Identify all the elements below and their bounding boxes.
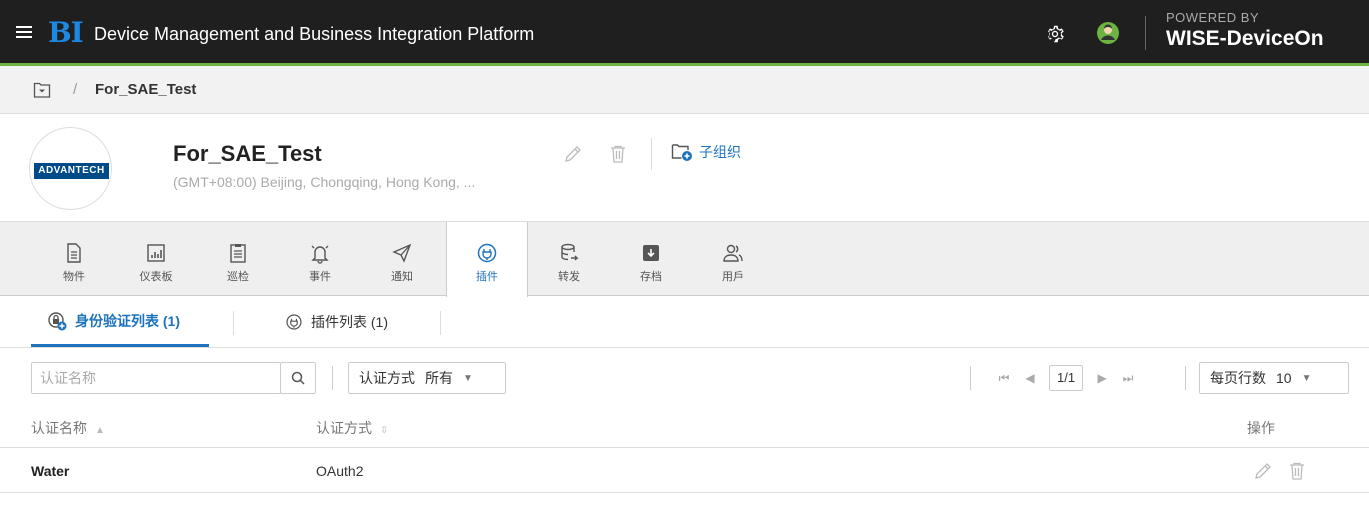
top-bar: BI Device Management and Business Integr… <box>0 0 1369 66</box>
dashboard-icon <box>147 244 165 262</box>
table-row[interactable]: Water OAuth2 <box>0 449 1369 493</box>
plug-icon <box>477 243 497 263</box>
search-box <box>31 362 281 394</box>
tab-label: 仪表板 <box>139 271 173 283</box>
org-header: ADVANTECH For_SAE_Test (GMT+08:00) Beiji… <box>0 114 1369 222</box>
tab-label: 用戶 <box>722 271 744 283</box>
chevron-down-icon: ▼ <box>463 372 473 384</box>
breadcrumb-separator: / <box>73 81 78 98</box>
tab-label: 插件 <box>476 271 498 283</box>
delete-trash-icon[interactable] <box>608 144 628 164</box>
plugin-list-label: 插件列表 (1) <box>311 314 388 330</box>
column-header-label: 认证名称 <box>31 420 87 436</box>
checklist-icon <box>230 244 246 263</box>
search-button[interactable] <box>280 362 316 394</box>
archive-icon <box>643 245 659 261</box>
users-icon <box>723 244 743 262</box>
column-header-label: 认证方式 <box>316 420 372 436</box>
org-action-divider <box>651 138 652 170</box>
auth-method-select[interactable]: 认证方式 所有 ▼ <box>348 362 506 394</box>
table-header: 认证名称 ▲ 认证方式 ⇳ 操作 <box>0 404 1369 448</box>
row-delete-trash-icon[interactable] <box>1287 461 1307 481</box>
breadcrumb: / For_SAE_Test <box>0 66 1369 114</box>
prev-page-icon[interactable]: ◀ <box>1017 371 1043 385</box>
cell-auth-method: OAuth2 <box>316 463 364 479</box>
brand-name: WISE-DeviceOn <box>1166 27 1324 50</box>
sort-icon: ⇳ <box>380 425 389 436</box>
tab-archive[interactable]: 存档 <box>610 222 692 296</box>
subtab-divider <box>440 311 441 335</box>
sub-tabs: 身份验证列表 (1) 插件列表 (1) <box>0 297 1369 348</box>
tab-plugin-list[interactable]: 插件列表 (1) <box>285 297 388 347</box>
add-sub-org-button[interactable]: 子组织 <box>671 142 741 162</box>
rows-per-page-label: 每页行数 <box>1210 370 1266 386</box>
tab-label: 事件 <box>309 271 331 283</box>
column-header-name[interactable]: 认证名称 ▲ <box>31 418 105 438</box>
header-divider <box>1145 16 1146 50</box>
powered-by-label: POWERED BY <box>1166 10 1260 25</box>
folder-add-icon <box>671 142 693 162</box>
send-icon <box>392 243 412 263</box>
bell-icon <box>311 245 329 264</box>
sub-org-label: 子组织 <box>699 144 741 160</box>
next-page-icon[interactable]: ▶ <box>1089 371 1115 385</box>
rows-per-page-select[interactable]: 每页行数 10 ▼ <box>1199 362 1349 394</box>
tab-notifications[interactable]: 通知 <box>361 222 443 296</box>
org-logo-text: ADVANTECH <box>34 163 109 179</box>
edit-pencil-icon[interactable] <box>563 144 583 164</box>
sort-asc-icon: ▲ <box>95 425 105 436</box>
tab-dashboard[interactable]: 仪表板 <box>115 222 197 296</box>
tab-label: 物件 <box>63 271 85 283</box>
tab-label: 存档 <box>640 271 662 283</box>
breadcrumb-current[interactable]: For_SAE_Test <box>95 81 196 98</box>
tab-auth-list[interactable]: 身份验证列表 (1) <box>31 297 209 347</box>
bi-logo: BI <box>48 16 84 49</box>
tab-things[interactable]: 物件 <box>33 222 115 296</box>
page-indicator: 1/1 <box>1049 365 1084 391</box>
tab-inspection[interactable]: 巡检 <box>197 222 279 296</box>
column-header-label: 操作 <box>1247 420 1275 436</box>
document-icon <box>67 243 81 263</box>
auth-method-value: 所有 <box>425 370 453 386</box>
column-header-actions: 操作 <box>1247 418 1275 438</box>
search-icon <box>291 371 305 385</box>
pager-divider <box>970 366 971 390</box>
first-page-icon[interactable]: ⏮ <box>991 371 1017 386</box>
tab-plugins[interactable]: 插件 <box>446 222 528 297</box>
org-logo: ADVANTECH <box>29 127 112 210</box>
tab-forwarding[interactable]: 转发 <box>528 222 610 296</box>
module-tabs: 物件 仪表板 巡检 事件 通知 插件 转发 存档 用戶 <box>0 222 1369 297</box>
auth-list-label: 身份验证列表 (1) <box>75 312 180 329</box>
org-name: For_SAE_Test <box>173 141 322 166</box>
auth-add-icon <box>47 311 67 331</box>
pager-divider <box>1185 366 1186 390</box>
auth-method-label: 认证方式 <box>359 370 415 386</box>
folder-tree-icon[interactable] <box>33 81 51 99</box>
column-header-method[interactable]: 认证方式 ⇳ <box>316 418 388 438</box>
rows-per-page-value: 10 <box>1276 370 1292 386</box>
org-timezone: (GMT+08:00) Beijing, Chongqing, Hong Kon… <box>173 174 476 190</box>
database-forward-icon <box>561 243 579 261</box>
tab-users[interactable]: 用戶 <box>692 222 774 296</box>
search-input[interactable] <box>32 363 272 393</box>
tab-events[interactable]: 事件 <box>279 222 361 296</box>
hamburger-menu-icon[interactable] <box>14 22 34 42</box>
pagination: ⏮ ◀ 1/1 ▶ ⏭ <box>991 362 1141 394</box>
last-page-icon[interactable]: ⏭ <box>1115 371 1141 386</box>
row-edit-pencil-icon[interactable] <box>1253 461 1273 481</box>
filter-divider <box>332 366 333 390</box>
app-title: Device Management and Business Integrati… <box>94 24 535 44</box>
subtab-divider <box>233 311 234 335</box>
cell-auth-name: Water <box>31 463 70 479</box>
tab-label: 巡检 <box>227 271 249 283</box>
chevron-down-icon: ▼ <box>1301 372 1312 384</box>
plug-icon <box>285 313 303 331</box>
gear-icon[interactable] <box>1044 23 1066 45</box>
user-avatar-icon[interactable] <box>1096 21 1120 45</box>
tab-label: 通知 <box>391 271 413 283</box>
tab-label: 转发 <box>558 271 580 283</box>
